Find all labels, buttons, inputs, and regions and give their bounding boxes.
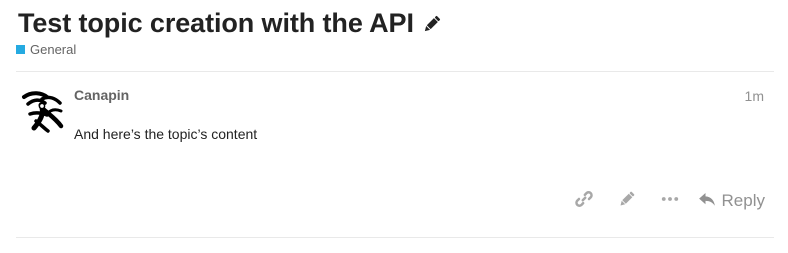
edit-title-pencil-icon[interactable]: [421, 13, 443, 35]
post-username[interactable]: Canapin: [74, 87, 129, 103]
post-date[interactable]: 1m: [745, 88, 764, 104]
reply-button[interactable]: Reply: [698, 190, 765, 213]
post-content: And here’s the topic’s content: [74, 126, 258, 142]
edit-post-button[interactable]: [616, 188, 638, 214]
reply-icon: [698, 190, 716, 213]
divider: [16, 237, 774, 238]
category-badge[interactable]: General: [16, 41, 774, 57]
ellipsis-icon: [660, 189, 680, 214]
show-more-button[interactable]: [659, 188, 681, 214]
topic-header: Test topic creation with the API General: [16, 6, 774, 57]
avatar[interactable]: [20, 88, 65, 133]
divider: [16, 71, 774, 72]
topic-title[interactable]: Test topic creation with the API: [18, 8, 414, 39]
category-color-swatch: [16, 44, 25, 54]
pencil-icon: [617, 189, 637, 214]
title-row: Test topic creation with the API: [18, 6, 774, 40]
copy-link-button[interactable]: [573, 188, 595, 214]
post-actions: Reply: [573, 188, 765, 214]
category-name: General: [30, 41, 77, 57]
reply-label: Reply: [721, 191, 765, 210]
link-icon: [574, 189, 594, 214]
